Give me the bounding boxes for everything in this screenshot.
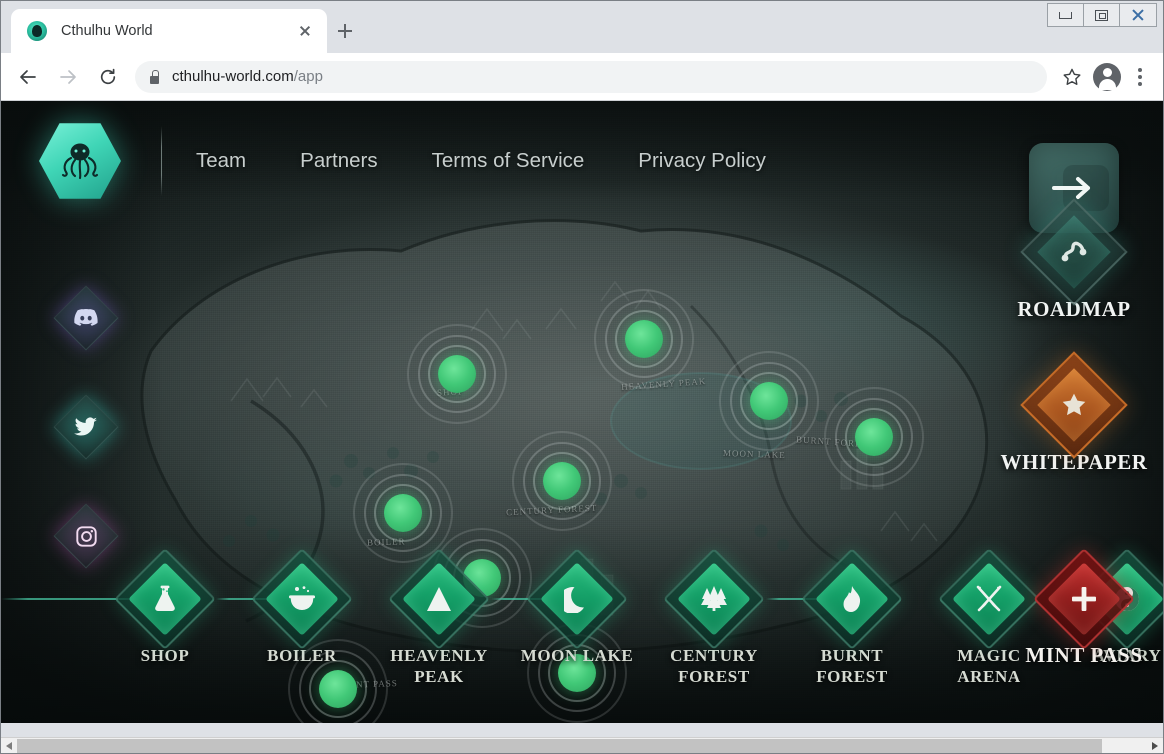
site-header: Team Partners Terms of Service Privacy P… bbox=[1, 101, 1163, 221]
map-marker[interactable] bbox=[512, 431, 612, 531]
forward-button[interactable] bbox=[51, 60, 85, 94]
scroll-left-arrow-icon[interactable] bbox=[1, 738, 17, 754]
window-controls bbox=[1047, 3, 1157, 27]
marker-dot bbox=[625, 320, 663, 358]
dock-item-boiler[interactable]: BOILER bbox=[237, 548, 367, 666]
map-marker[interactable] bbox=[407, 324, 507, 424]
forward-arrow-icon bbox=[60, 69, 76, 84]
maximize-icon bbox=[1095, 9, 1108, 21]
dock-item-moon-lake[interactable]: MOON LAKE bbox=[512, 548, 642, 666]
address-bar[interactable]: cthulhu-world.com/app bbox=[135, 60, 1047, 93]
discord-icon bbox=[74, 308, 98, 326]
marker-dot bbox=[855, 418, 893, 456]
twitter-icon bbox=[74, 417, 97, 436]
cthulhu-logo-icon bbox=[27, 21, 47, 41]
social-link-instagram[interactable] bbox=[53, 503, 119, 569]
close-icon[interactable] bbox=[293, 19, 317, 43]
star-icon bbox=[1063, 68, 1081, 85]
moon-lake-diamond bbox=[526, 548, 628, 650]
roadmap-button[interactable] bbox=[1020, 198, 1128, 306]
star-icon bbox=[1062, 393, 1086, 416]
browser-window: Cthulhu World cthulhu-world.com/app HEAV… bbox=[0, 0, 1164, 754]
magic-arena-diamond bbox=[938, 548, 1040, 650]
social-link-twitter[interactable] bbox=[53, 394, 119, 460]
close-window-button[interactable] bbox=[1120, 4, 1156, 26]
page-viewport: HEAVENLY PEAK CENTURY FOREST MOON LAKE B… bbox=[1, 101, 1163, 723]
dock-item-heavenly-peak[interactable]: HEAVENLY PEAK bbox=[374, 548, 504, 687]
nav-link-privacy-policy[interactable]: Privacy Policy bbox=[638, 149, 766, 173]
url-host: cthulhu-world.com bbox=[172, 68, 294, 85]
back-arrow-icon bbox=[20, 69, 36, 84]
heavenly-peak-diamond bbox=[388, 548, 490, 650]
tab-strip: Cthulhu World bbox=[1, 1, 1163, 53]
dock-item-century-forest[interactable]: CENTURY FOREST bbox=[649, 548, 779, 687]
social-links-rail bbox=[53, 285, 119, 569]
cauldron-icon bbox=[289, 586, 315, 611]
dock-label-century-forest: CENTURY FOREST bbox=[670, 646, 758, 686]
nav-link-partners[interactable]: Partners bbox=[300, 149, 377, 173]
dock-item-burnt-forest[interactable]: BURNT FOREST bbox=[787, 548, 917, 687]
location-dock: SHOP BOILER HEAVENLY PEAK MOON LAKE CENT… bbox=[1, 548, 1163, 723]
nav-link-team[interactable]: Team bbox=[196, 149, 246, 173]
account-avatar-icon[interactable] bbox=[1093, 62, 1121, 91]
main-nav: Team Partners Terms of Service Privacy P… bbox=[196, 149, 766, 173]
kebab-menu-button[interactable] bbox=[1127, 62, 1153, 92]
dock-label-magic-arena: MAGIC ARENA bbox=[957, 646, 1021, 686]
tab-title: Cthulhu World bbox=[61, 23, 153, 39]
map-marker[interactable] bbox=[719, 351, 819, 451]
roadmap-path-icon bbox=[1061, 241, 1087, 262]
dock-item-shop[interactable]: SHOP bbox=[100, 548, 230, 666]
minimize-button[interactable] bbox=[1048, 4, 1084, 26]
url-text: cthulhu-world.com/app bbox=[172, 68, 323, 85]
side-panel: ROADMAP WHITEPAPER bbox=[999, 143, 1149, 475]
mint-pass-diamond bbox=[1033, 548, 1135, 650]
flask-icon bbox=[155, 585, 175, 611]
flame-icon bbox=[843, 586, 861, 612]
cthulhu-octopus-logo[interactable] bbox=[39, 120, 121, 202]
marker-dot bbox=[438, 355, 476, 393]
reload-icon bbox=[100, 68, 116, 84]
burnt-forest-diamond bbox=[801, 548, 903, 650]
nav-link-terms-of-service[interactable]: Terms of Service bbox=[432, 149, 585, 173]
scroll-right-arrow-icon[interactable] bbox=[1147, 738, 1163, 754]
scrollbar-thumb[interactable] bbox=[17, 738, 1102, 753]
browser-tab[interactable]: Cthulhu World bbox=[11, 9, 327, 53]
boiler-diamond bbox=[251, 548, 353, 650]
map-marker[interactable] bbox=[594, 289, 694, 389]
map-marker[interactable] bbox=[824, 387, 924, 487]
pine-trees-icon bbox=[701, 586, 727, 611]
social-link-discord[interactable] bbox=[53, 285, 119, 351]
crossed-swords-icon bbox=[976, 585, 1002, 612]
marker-dot bbox=[384, 494, 422, 532]
shop-diamond bbox=[114, 548, 216, 650]
crescent-moon-icon bbox=[564, 587, 584, 613]
new-tab-button[interactable] bbox=[331, 17, 359, 45]
mountain-icon bbox=[427, 587, 451, 611]
octopus-icon bbox=[61, 143, 99, 180]
url-path: /app bbox=[293, 68, 323, 85]
minimize-icon bbox=[1059, 11, 1072, 19]
browser-toolbar: cthulhu-world.com/app bbox=[1, 53, 1163, 101]
map-marker[interactable] bbox=[353, 463, 453, 563]
marker-dot bbox=[750, 382, 788, 420]
dock-label-burnt-forest: BURNT FOREST bbox=[816, 646, 888, 686]
instagram-icon bbox=[75, 525, 97, 547]
scrollbar-track[interactable] bbox=[17, 738, 1147, 754]
header-divider bbox=[161, 126, 162, 196]
dock-item-mint-pass[interactable]: MINT PASS bbox=[1019, 548, 1149, 666]
dock-label-heavenly-peak: HEAVENLY PEAK bbox=[390, 646, 488, 686]
bookmark-button[interactable] bbox=[1055, 60, 1089, 94]
reload-button[interactable] bbox=[91, 60, 125, 94]
whitepaper-button[interactable] bbox=[1020, 351, 1128, 459]
horizontal-scrollbar[interactable] bbox=[1, 737, 1163, 753]
plus-icon bbox=[1072, 587, 1096, 611]
century-forest-diamond bbox=[663, 548, 765, 650]
marker-dot bbox=[543, 462, 581, 500]
back-button[interactable] bbox=[11, 60, 45, 94]
arrow-right-icon bbox=[1052, 177, 1090, 199]
lock-icon bbox=[149, 70, 160, 84]
close-icon bbox=[1131, 8, 1145, 22]
maximize-button[interactable] bbox=[1084, 4, 1120, 26]
